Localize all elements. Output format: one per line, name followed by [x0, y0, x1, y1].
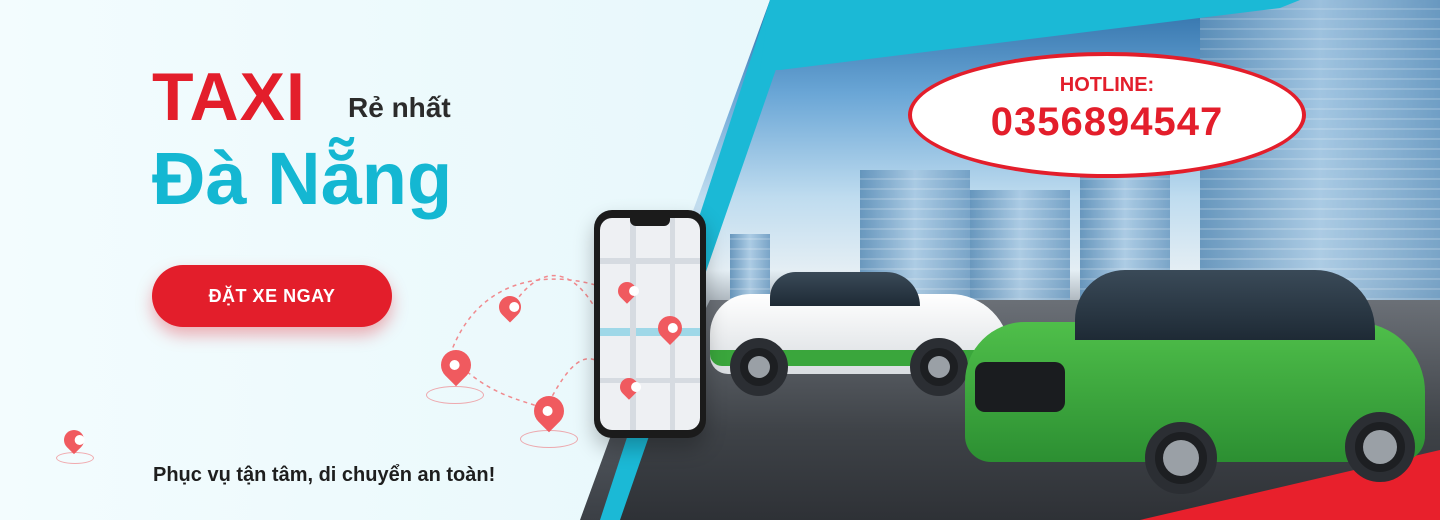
- headline-city: Đà Nẵng: [152, 137, 453, 220]
- smartphone-map-icon: [594, 210, 706, 438]
- headline-suffix: Rẻ nhất: [348, 92, 451, 123]
- hotline-badge[interactable]: HOTLINE: 0356894547: [908, 52, 1306, 178]
- map-screen: [600, 218, 700, 430]
- alert-pin-icon: [653, 311, 687, 345]
- hotline-label: HOTLINE:: [1059, 74, 1155, 96]
- headline-taxi: TAXI: [152, 59, 306, 135]
- book-now-button[interactable]: ĐẶT XE NGAY: [152, 265, 392, 327]
- hero-banner: TAXI Rẻ nhất Đà Nẵng ĐẶT XE NGAY Phục vụ…: [0, 0, 1440, 520]
- hotline-number[interactable]: 0356894547: [912, 100, 1302, 145]
- slogan-text: Phục vụ tận tâm, di chuyển an toàn!: [153, 464, 496, 486]
- green-taxi-car: [965, 252, 1430, 500]
